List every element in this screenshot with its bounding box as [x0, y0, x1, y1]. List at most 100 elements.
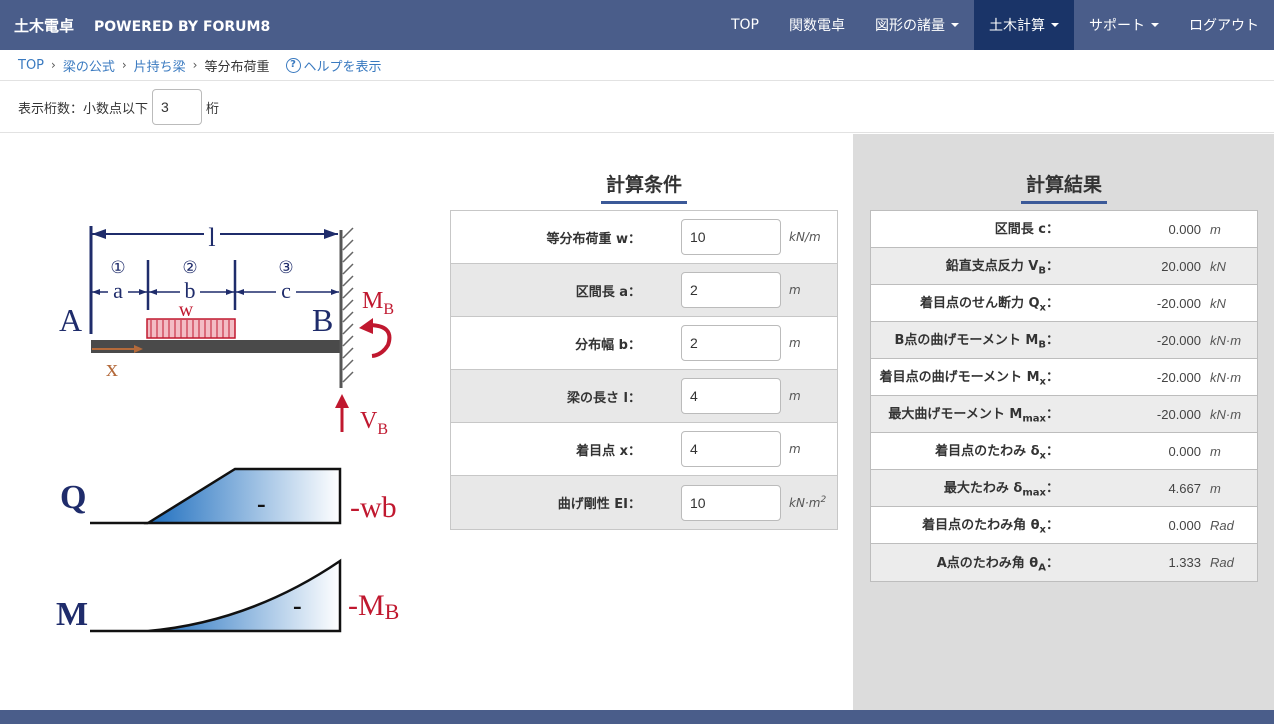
- result-unit: kN·m: [1210, 369, 1242, 385]
- nav-civil-calculation-label: 土木計算: [989, 18, 1045, 34]
- result-unit: Rad: [1210, 517, 1234, 533]
- result-unit: kN: [1210, 295, 1226, 311]
- arrowhead: [92, 229, 106, 239]
- condition-unit: m: [789, 389, 801, 403]
- point-x-input[interactable]: [681, 431, 781, 467]
- result-row-deflection-x: 着目点のたわみ δx： 0.000 m: [871, 433, 1257, 470]
- nav-top-label: TOP: [730, 17, 759, 33]
- moment-mb-label: MB: [362, 288, 394, 318]
- rigidity-ei-input[interactable]: [681, 484, 781, 521]
- load-w-input[interactable]: [681, 219, 781, 255]
- breadcrumb-current: 等分布荷重: [204, 59, 270, 75]
- results-table: 区間長 c： 0.000 m 鉛直支点反力 VB： 20.000 kN 着目点の…: [870, 210, 1258, 582]
- result-label: 着目点のたわみ δx：: [935, 444, 1059, 462]
- help-icon: ?: [285, 57, 301, 73]
- chevron-right-icon: ›: [121, 58, 127, 72]
- main-nav: TOP 関数電卓 図形の諸量 土木計算 サポート ログアウト: [716, 0, 1274, 50]
- width-b-input[interactable]: [681, 325, 781, 361]
- help-link[interactable]: ? ヘルプを表示: [285, 56, 382, 75]
- segment-1-number: ①: [110, 258, 125, 277]
- result-row-angle-x: 着目点のたわみ角 θx： 0.000 Rad: [871, 507, 1257, 544]
- result-row-qx: 着目点のせん断力 Qx： -20.000 kN: [871, 285, 1257, 322]
- condition-label: 等分布荷重 w：: [546, 231, 641, 247]
- breadcrumb-top[interactable]: TOP: [18, 58, 44, 73]
- condition-unit: kN·m2: [789, 495, 827, 510]
- shear-diagram-label: Q: [60, 479, 86, 516]
- nav-logout[interactable]: ログアウト: [1174, 0, 1274, 50]
- result-label: 最大たわみ δmax：: [943, 481, 1059, 499]
- breadcrumb-beam-formulas[interactable]: 梁の公式: [63, 56, 115, 75]
- length-a-input[interactable]: [681, 272, 781, 308]
- shear-end-value: -wb: [350, 491, 397, 524]
- condition-label: 分布幅 b：: [575, 337, 641, 353]
- nav-top[interactable]: TOP: [716, 0, 774, 50]
- result-value: -20.000: [1156, 295, 1201, 311]
- result-value: 1.333: [1168, 555, 1201, 570]
- result-label: 区間長 c：: [994, 222, 1059, 238]
- shear-sign: -: [257, 489, 266, 518]
- result-row-mx: 着目点の曲げモーメント Mx： -20.000 kN·m: [871, 359, 1257, 396]
- result-unit: kN·m: [1210, 406, 1242, 422]
- condition-row-l: 梁の長さ l： m: [451, 370, 837, 423]
- nav-civil-calculation[interactable]: 土木計算: [974, 0, 1074, 50]
- brand[interactable]: 土木電卓 POWERED BY FORUM8: [14, 15, 270, 36]
- distributed-load: [146, 318, 236, 339]
- nav-logout-label: ログアウト: [1189, 18, 1259, 34]
- nav-function-calculator[interactable]: 関数電卓: [774, 0, 860, 50]
- result-value: -20.000: [1156, 332, 1201, 348]
- result-row-mb: B点の曲げモーメント MB： -20.000 kN·m: [871, 322, 1257, 359]
- result-unit: m: [1210, 443, 1221, 459]
- condition-row-x: 着目点 x： m: [451, 423, 837, 476]
- result-unit: kN·m: [1210, 332, 1242, 348]
- powered-by[interactable]: POWERED BY FORUM8: [94, 19, 270, 35]
- beam-diagram: l ① ② ③ a b c A B w x MB VB Q - -wb M - …: [56, 222, 399, 633]
- arrowhead: [324, 229, 338, 239]
- result-value: 0.000: [1168, 221, 1201, 237]
- nav-support-label: サポート: [1089, 18, 1145, 34]
- result-row-mmax: 最大曲げモーメント Mmax： -20.000 kN·m: [871, 396, 1257, 433]
- nav-function-calculator-label: 関数電卓: [789, 18, 845, 34]
- segment-3-number: ③: [278, 258, 293, 277]
- decimal-digits-row: 表示桁数：小数点以下 桁: [0, 82, 1274, 133]
- condition-label: 区間長 a：: [575, 284, 641, 300]
- chevron-right-icon: ›: [51, 58, 56, 72]
- decimal-digits-input[interactable]: [152, 89, 203, 125]
- condition-label: 梁の長さ l：: [567, 390, 641, 406]
- chevron-down-icon: [1051, 23, 1059, 27]
- chevron-down-icon: [951, 23, 959, 27]
- nav-support[interactable]: サポート: [1074, 0, 1174, 50]
- title-underline: [601, 201, 687, 204]
- breadcrumb: TOP › 梁の公式 › 片持ち梁 › 等分布荷重 ? ヘルプを表示: [0, 50, 1274, 81]
- support-a-label: A: [59, 302, 82, 338]
- condition-unit: m: [789, 442, 801, 456]
- brand-name[interactable]: 土木電卓: [14, 17, 74, 35]
- moment-diagram-label: M: [56, 596, 88, 633]
- result-label: A点のたわみ角 θA：: [936, 555, 1059, 574]
- breadcrumb-cantilever[interactable]: 片持ち梁: [134, 56, 186, 75]
- footer-bar: [0, 710, 1274, 724]
- result-value: 4.667: [1168, 480, 1201, 496]
- reaction-vb-label: VB: [360, 408, 388, 438]
- shear-diagram: [143, 467, 342, 525]
- result-row-angle-a: A点のたわみ角 θA： 1.333 Rad: [871, 544, 1257, 581]
- result-value: 0.000: [1168, 443, 1201, 459]
- label-a: a: [113, 278, 123, 303]
- load-label-w: w: [179, 299, 194, 321]
- top-navbar: 土木電卓 POWERED BY FORUM8 TOP 関数電卓 図形の諸量 土木計…: [0, 0, 1274, 50]
- nav-figure-properties[interactable]: 図形の諸量: [860, 0, 974, 50]
- help-link-label: ヘルプを表示: [303, 59, 382, 75]
- support-b-label: B: [312, 302, 333, 338]
- condition-unit: m: [789, 336, 801, 350]
- nav-figure-properties-label: 図形の諸量: [875, 18, 945, 34]
- moment-sign: -: [293, 591, 302, 620]
- label-x: x: [106, 356, 118, 382]
- result-row-deflection-max: 最大たわみ δmax： 4.667 m: [871, 470, 1257, 507]
- condition-label: 着目点 x：: [576, 443, 641, 459]
- conditions-title-text: 計算条件: [605, 174, 682, 196]
- result-unit: m: [1210, 480, 1221, 496]
- beam-length-input[interactable]: [681, 378, 781, 414]
- title-underline: [1021, 201, 1107, 204]
- result-unit: Rad: [1210, 555, 1234, 570]
- result-unit: kN: [1210, 258, 1226, 274]
- result-value: -20.000: [1156, 369, 1201, 385]
